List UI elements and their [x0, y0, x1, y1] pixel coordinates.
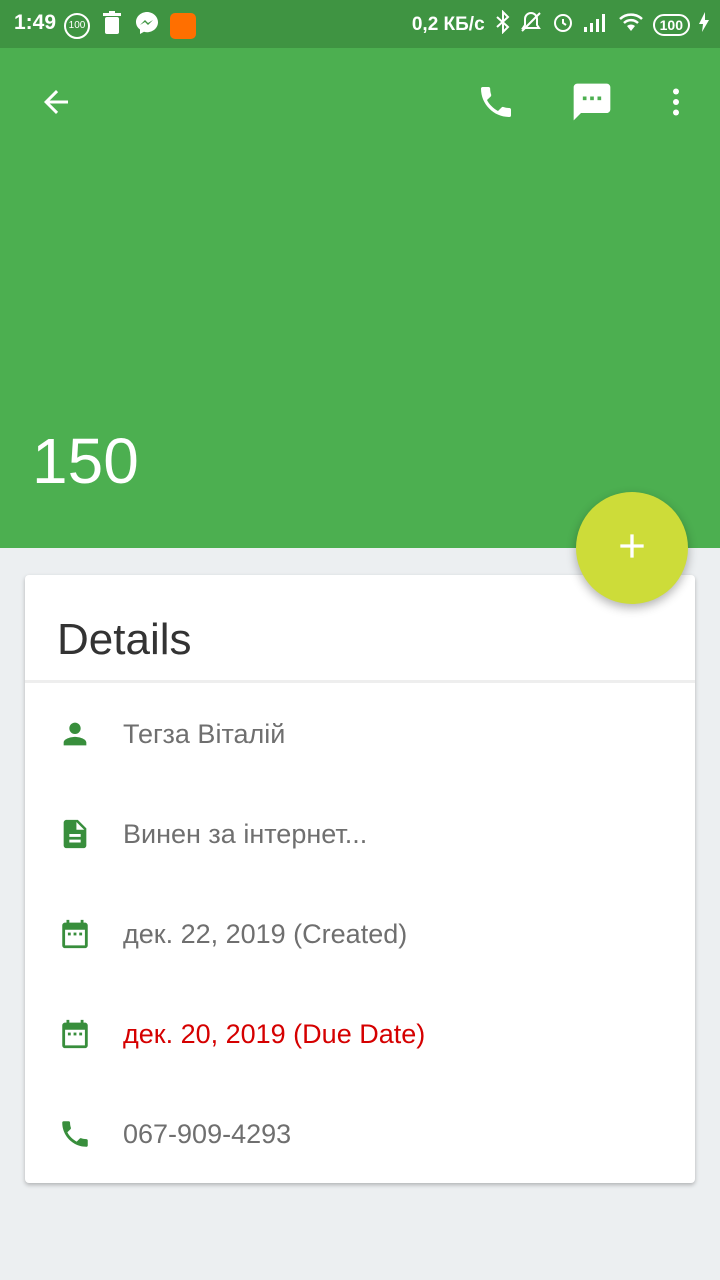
add-button[interactable] — [576, 492, 688, 604]
phone-number[interactable]: 067-909-4293 — [123, 1119, 291, 1150]
plus-icon — [612, 526, 652, 571]
bluetooth-icon — [495, 9, 511, 39]
signal-icon — [583, 11, 609, 38]
wifi-icon — [617, 11, 645, 38]
silent-bell-icon — [519, 10, 543, 39]
detail-row-note: Винен за інтернет... — [25, 794, 695, 874]
calendar-icon — [57, 1016, 93, 1052]
system-icons: 0,2 КБ/с 100 — [411, 9, 710, 39]
document-icon — [57, 816, 93, 852]
charging-icon — [698, 11, 710, 38]
trash-icon — [100, 10, 124, 41]
person-name: Тегза Віталій — [123, 718, 286, 749]
notification-badge-icon: 100 — [64, 12, 90, 39]
back-button[interactable] — [28, 76, 84, 132]
debt-amount: 150 — [32, 425, 139, 497]
message-button[interactable] — [564, 76, 620, 132]
status-bar: 1:49 100 0,2 КБ/с 100 — [0, 0, 720, 48]
detail-row-due: дек. 20, 2019 (Due Date) — [25, 994, 695, 1074]
phone-icon — [57, 1116, 93, 1152]
detail-row-phone[interactable]: 067-909-4293 — [25, 1094, 695, 1174]
arrow-back-icon — [38, 84, 74, 125]
detail-row-created: дек. 22, 2019 (Created) — [25, 894, 695, 974]
status-time: 1:49 — [14, 11, 57, 34]
more-options-button[interactable] — [648, 76, 704, 132]
alarm-icon — [551, 10, 575, 39]
messenger-icon — [134, 10, 160, 41]
call-button[interactable] — [468, 76, 524, 132]
detail-row-person: Тегза Віталій — [25, 694, 695, 774]
notification-icons: 100 — [64, 10, 196, 41]
details-card: Details Тегза Віталій Винен за інтернет.… — [25, 575, 695, 1183]
divider — [25, 680, 695, 683]
card-title: Details — [57, 615, 192, 664]
due-date: дек. 20, 2019 (Due Date) — [123, 1018, 426, 1049]
more-vert-icon — [658, 84, 694, 125]
app-header: 150 — [0, 48, 720, 548]
phone-icon — [476, 82, 516, 127]
calendar-icon — [57, 916, 93, 952]
person-icon — [57, 716, 93, 752]
message-icon — [570, 80, 614, 129]
network-speed: 0,2 КБ/с — [411, 13, 485, 35]
created-date: дек. 22, 2019 (Created) — [123, 918, 408, 949]
note-text: Винен за інтернет... — [123, 818, 368, 849]
battery-icon: 100 — [652, 13, 690, 36]
mi-app-icon — [170, 12, 196, 39]
